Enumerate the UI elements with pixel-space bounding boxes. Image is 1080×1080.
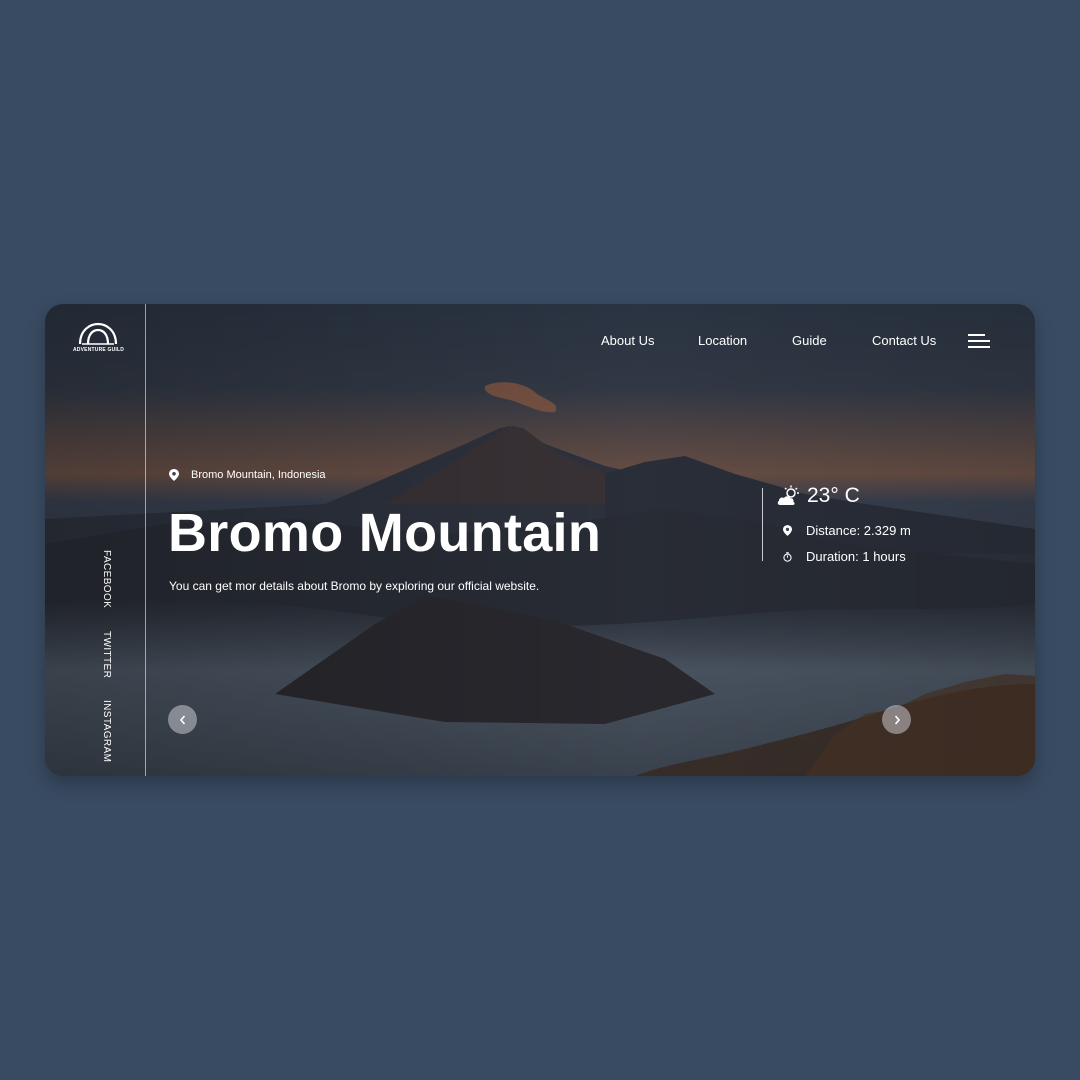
chevron-right-icon (894, 714, 900, 725)
logo-text: ADVENTURE GUILD (73, 347, 125, 353)
nav-location[interactable]: Location (698, 333, 747, 348)
hero-card: ADVENTURE GUILD FACEBOOK TWITTER INSTAGR… (45, 304, 1035, 776)
info-divider (762, 488, 763, 561)
location-row: Bromo Mountain, Indonesia (169, 469, 326, 481)
social-link-instagram[interactable]: INSTAGRAM (101, 700, 112, 762)
weather-info: 23° C (777, 484, 860, 508)
location-label: Bromo Mountain, Indonesia (191, 469, 326, 481)
logo-arch-icon (78, 322, 118, 345)
carousel-prev-button[interactable] (168, 705, 197, 734)
location-pin-icon (169, 469, 179, 481)
sidebar-divider (145, 304, 146, 776)
brand-logo[interactable]: ADVENTURE GUILD (73, 322, 125, 353)
carousel-next-button[interactable] (882, 705, 911, 734)
page-title: Bromo Mountain (168, 503, 602, 563)
duration-label: Duration: 1 hours (806, 549, 906, 564)
social-link-twitter[interactable]: TWITTER (101, 631, 112, 678)
hero-description: You can get mor details about Bromo by e… (169, 579, 540, 593)
nav-about-us[interactable]: About Us (601, 333, 654, 348)
hamburger-menu-icon[interactable] (968, 333, 992, 349)
partly-cloudy-icon (777, 485, 799, 505)
social-link-facebook[interactable]: FACEBOOK (101, 550, 112, 608)
distance-pin-icon (783, 525, 792, 536)
temperature-value: 23° C (807, 484, 860, 507)
distance-row: Distance: 2.329 m (783, 523, 911, 538)
chevron-left-icon (179, 714, 185, 725)
distance-label: Distance: 2.329 m (806, 523, 911, 538)
nav-contact-us[interactable]: Contact Us (872, 333, 936, 348)
duration-row: Duration: 1 hours (783, 549, 906, 564)
stopwatch-icon (783, 551, 792, 562)
nav-guide[interactable]: Guide (792, 333, 827, 348)
